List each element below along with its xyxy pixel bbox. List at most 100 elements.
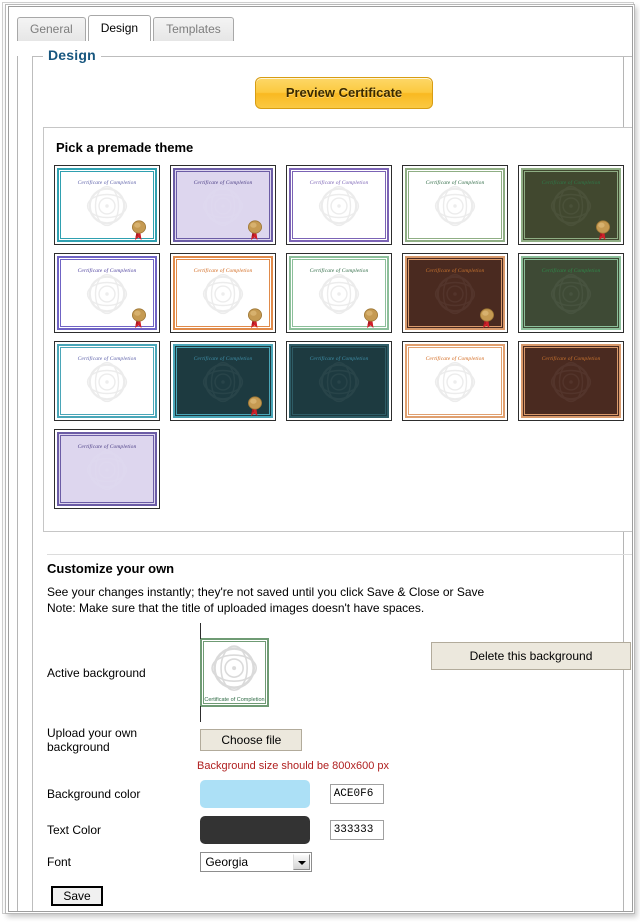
medallion-watermark [86,362,128,403]
active-background-thumbnail[interactable]: Certificate of Completion [200,623,269,723]
theme-thumbnail-violet-border-white[interactable]: Certificate of Completion [286,165,392,245]
theme-cell: Certificate of Completion [286,341,401,421]
theme-cell: Certificate of Completion [54,253,169,333]
seal-ribbon-icon [248,396,262,416]
medallion-watermark [318,362,360,403]
theme-thumbnail-dark-green-filled[interactable]: Certificate of Completion [518,253,624,333]
chevron-down-icon [293,854,311,870]
theme-thumbnail-purple-filled[interactable]: Certificate of Completion [170,165,276,245]
medallion-watermark [211,645,258,691]
tab-general[interactable]: General [17,17,86,41]
upload-background-row: Upload your own background Choose file [47,726,632,754]
theme-cell: Certificate of Completion [54,341,169,421]
seal-ribbon-icon [596,220,610,240]
tab-templates[interactable]: Templates [153,17,234,41]
tabstrip: General Design Templates [17,15,632,42]
medallion-watermark [550,274,592,315]
text-color-swatch[interactable] [200,816,311,844]
seal-ribbon-icon [364,308,378,328]
theme-thumbnail-dark-teal-filled-2[interactable]: Certificate of Completion [286,341,392,421]
medallion-watermark [86,450,128,491]
active-background-label: Active background [47,665,146,680]
theme-row: Certificate of Completion Certificate of … [54,341,632,421]
background-color-label: Background color [47,787,141,801]
customize-heading: Customize your own [47,561,175,576]
medallion-watermark [202,362,244,403]
active-background-row: Active background Certificate of Complet… [47,623,632,723]
theme-cell: Certificate of Completion [170,253,285,333]
preview-certificate-button[interactable]: Preview Certificate [255,77,433,109]
medallion-watermark [550,362,592,403]
theme-cell: Certificate of Completion [170,165,285,245]
seal-ribbon-icon [132,220,146,240]
theme-cell: Certificate of Completion [286,253,401,333]
background-color-hex-input[interactable]: ACE0F6 [329,784,384,804]
medallion-watermark [318,186,360,227]
theme-thumbnail-green-border-white-2[interactable]: Certificate of Completion [286,253,392,333]
theme-thumbnail-orange-border-white-2[interactable]: Certificate of Completion [402,341,508,421]
theme-cell: Certificate of Completion [170,341,285,421]
font-select[interactable]: Georgia [200,852,313,872]
medallion-watermark [86,274,128,315]
theme-thumbnail-dark-teal-filled[interactable]: Certificate of Completion [170,341,276,421]
theme-cell: Certificate of Completion [518,165,632,245]
themes-heading: Pick a premade theme [56,140,194,155]
theme-cell: Certificate of Completion [402,253,517,333]
background-color-swatch[interactable] [200,780,311,808]
medallion-watermark [86,186,128,227]
theme-thumbnail-teal-border-white-2[interactable]: Certificate of Completion [54,341,160,421]
seal-ribbon-icon [132,308,146,328]
theme-row: Certificate of Completion [54,429,632,509]
theme-thumbnail-dark-olive-filled[interactable]: Certificate of Completion [518,165,624,245]
theme-thumbnail-green-border-white[interactable]: Certificate of Completion [402,165,508,245]
tab-design[interactable]: Design [87,15,152,41]
medallion-watermark [202,186,244,227]
theme-thumbnail-orange-border-white[interactable]: Certificate of Completion [170,253,276,333]
customize-note-1: See your changes instantly; they're not … [47,585,485,599]
seal-ribbon-icon [248,220,262,240]
medallion-watermark [550,186,592,227]
window-frame: General Design Templates Design Preview Ce… [0,0,640,922]
theme-cell: Certificate of Completion [286,165,401,245]
theme-cell: Certificate of Completion [402,165,517,245]
theme-thumbnail-brown-filled[interactable]: Certificate of Completion [402,253,508,333]
medallion-watermark [434,362,476,403]
medallion-watermark [434,274,476,315]
save-row: Save [47,872,632,906]
content-panel: Design Preview Certificate Pick a premad… [17,47,632,911]
theme-thumbnail-blueviolet-border-white[interactable]: Certificate of Completion [54,253,160,333]
theme-thumbnail-teal-border-white[interactable]: Certificate of Completion [54,165,160,245]
theme-cell: Certificate of Completion [518,253,632,333]
background-size-note: Background size should be 800x600 px [197,760,390,772]
theme-thumbnail-brown-filled-2[interactable]: Certificate of Completion [518,341,624,421]
delete-this-background-button[interactable]: Delete this background [431,642,631,670]
choose-file-button[interactable]: Choose file [200,729,303,751]
theme-cell: Certificate of Completion [402,341,517,421]
theme-grid: Certificate of Completion Certificate of … [54,165,632,509]
theme-row: Certificate of Completion Certificate of … [54,165,632,245]
font-row: Font Georgia [47,852,632,872]
text-color-row: Text Color 333333 [47,816,632,844]
seal-ribbon-icon [248,308,262,328]
save-button[interactable]: Save [51,886,103,906]
theme-cell: Certificate of Completion [54,165,169,245]
text-color-hex-input[interactable]: 333333 [329,820,384,840]
background-color-row: Background color ACE0F6 [47,780,632,808]
font-label: Font [47,855,72,869]
theme-cell: Certificate of Completion [518,341,632,421]
upload-background-label: Upload your own background [47,726,138,754]
medallion-watermark [202,274,244,315]
medallion-watermark [434,186,476,227]
theme-row: Certificate of Completion Certificate of … [54,253,632,333]
text-color-label: Text Color [47,823,102,837]
customize-note-2: Note: Make sure that the title of upload… [47,601,425,615]
design-fieldset: Design Preview Certificate Pick a premad… [32,47,632,911]
design-legend: Design [43,47,101,63]
theme-thumbnail-lavender-filled[interactable]: Certificate of Completion [54,429,160,509]
preview-row: Preview Certificate [43,61,632,127]
seal-ribbon-icon [480,308,494,328]
theme-cell: Certificate of Completion [54,429,169,509]
customize-section: Customize your own See your changes inst… [43,532,632,911]
page-body: General Design Templates Design Preview Ce… [8,6,633,912]
section-divider [47,554,632,555]
